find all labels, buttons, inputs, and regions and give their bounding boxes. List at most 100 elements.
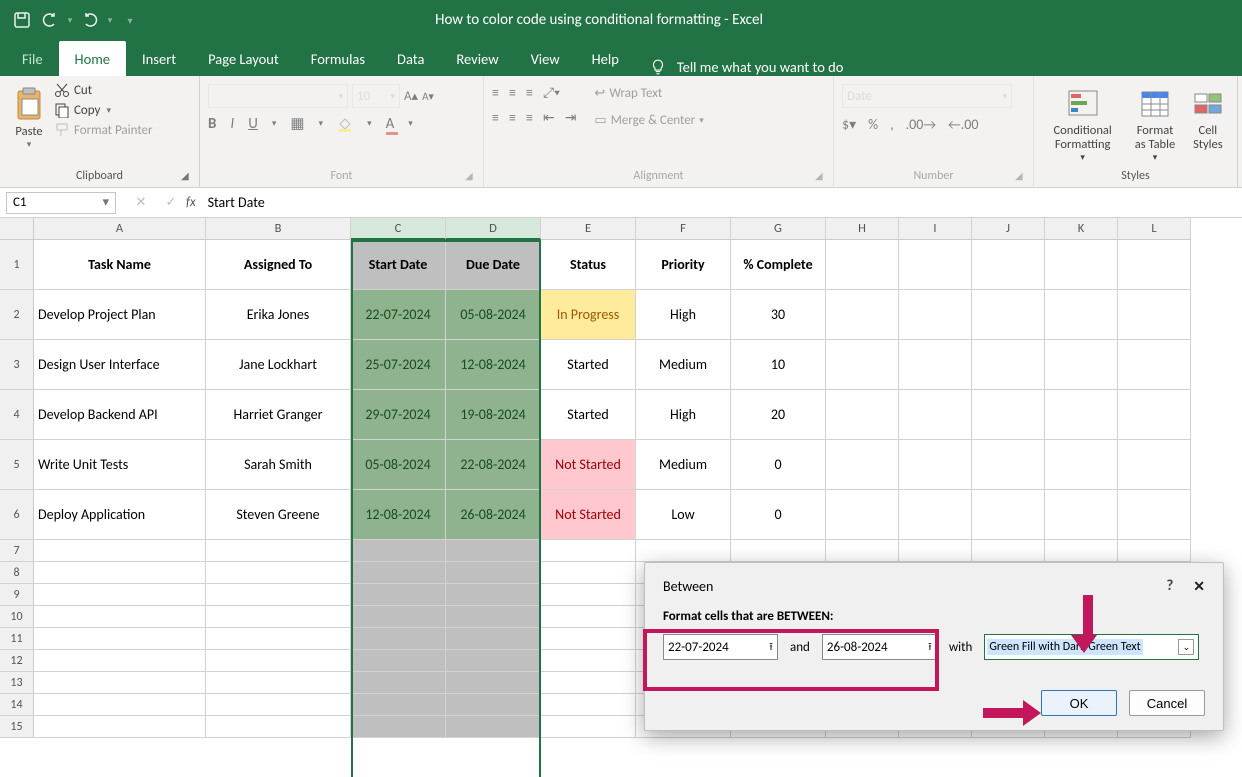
- cell[interactable]: [541, 672, 636, 694]
- cell[interactable]: In Progress: [541, 290, 636, 340]
- cell[interactable]: [446, 672, 541, 694]
- cell[interactable]: Erika Jones: [206, 290, 351, 340]
- cell[interactable]: [972, 340, 1045, 390]
- row-header-13[interactable]: 13: [0, 672, 34, 694]
- redo-dropdown[interactable]: ▾: [104, 6, 116, 34]
- cell[interactable]: High: [636, 290, 731, 340]
- formula-input[interactable]: Start Date: [202, 194, 1242, 211]
- cancel-formula-icon[interactable]: ✕: [126, 195, 156, 210]
- cell[interactable]: High: [636, 390, 731, 440]
- tell-me-search[interactable]: Tell me what you want to do: [635, 58, 858, 76]
- row-header-8[interactable]: 8: [0, 562, 34, 584]
- tab-home[interactable]: Home: [59, 41, 126, 76]
- cancel-button[interactable]: Cancel: [1129, 690, 1205, 716]
- cell[interactable]: [826, 540, 899, 562]
- cell[interactable]: Started: [541, 340, 636, 390]
- format-as-table-button[interactable]: Format as Table▾: [1125, 80, 1184, 167]
- undo-dropdown[interactable]: ▾: [64, 6, 76, 34]
- cell[interactable]: [972, 290, 1045, 340]
- cell[interactable]: [34, 562, 206, 584]
- cell[interactable]: 12-08-2024: [351, 490, 446, 540]
- cell[interactable]: % Complete: [731, 240, 826, 290]
- redo-button[interactable]: [76, 6, 104, 34]
- cell[interactable]: 22-07-2024: [351, 290, 446, 340]
- cell-styles-button[interactable]: Cell Styles: [1187, 80, 1229, 156]
- cell[interactable]: [1045, 490, 1118, 540]
- cell[interactable]: [972, 390, 1045, 440]
- fill-color-button[interactable]: [337, 116, 353, 132]
- cell[interactable]: [34, 694, 206, 716]
- cell[interactable]: [1118, 390, 1191, 440]
- cell[interactable]: [541, 628, 636, 650]
- cell[interactable]: Start Date: [351, 240, 446, 290]
- percent-format-icon[interactable]: %: [868, 116, 878, 133]
- cell[interactable]: [1045, 240, 1118, 290]
- cell[interactable]: [826, 390, 899, 440]
- italic-button[interactable]: I: [230, 115, 234, 133]
- cell[interactable]: Status: [541, 240, 636, 290]
- borders-button[interactable]: ▦: [290, 114, 304, 133]
- cell[interactable]: Assigned To: [206, 240, 351, 290]
- cell[interactable]: Task Name: [34, 240, 206, 290]
- cell[interactable]: [826, 240, 899, 290]
- copy-button[interactable]: Copy▾: [50, 100, 157, 120]
- cell[interactable]: 05-08-2024: [351, 440, 446, 490]
- tab-help[interactable]: Help: [576, 41, 635, 76]
- cell[interactable]: 29-07-2024: [351, 390, 446, 440]
- cell[interactable]: Medium: [636, 440, 731, 490]
- row-header-3[interactable]: 3: [0, 340, 34, 390]
- cell[interactable]: [446, 562, 541, 584]
- cell[interactable]: [351, 562, 446, 584]
- row-header-4[interactable]: 4: [0, 390, 34, 440]
- cell[interactable]: [446, 716, 541, 738]
- qat-customize[interactable]: ▾: [116, 6, 144, 34]
- cell[interactable]: Jane Lockhart: [206, 340, 351, 390]
- font-size-combo[interactable]: 10▾: [352, 84, 400, 108]
- decrease-decimal-icon[interactable]: ←.00: [948, 116, 978, 133]
- dialog-help-button[interactable]: ?: [1166, 577, 1173, 595]
- font-color-button[interactable]: A: [386, 115, 395, 133]
- between-to-input[interactable]: 26-08-2024⭱: [822, 634, 937, 660]
- cell[interactable]: [34, 650, 206, 672]
- between-from-input[interactable]: 22-07-2024⭱: [663, 634, 778, 660]
- cell[interactable]: [899, 240, 972, 290]
- cell[interactable]: 05-08-2024: [446, 290, 541, 340]
- ok-button[interactable]: OK: [1041, 690, 1117, 716]
- align-right-icon[interactable]: ≡: [526, 109, 533, 126]
- cell[interactable]: 20: [731, 390, 826, 440]
- cell[interactable]: [206, 694, 351, 716]
- select-all-corner[interactable]: [0, 218, 34, 240]
- cell[interactable]: [1118, 290, 1191, 340]
- column-header-F[interactable]: F: [636, 218, 731, 240]
- column-header-G[interactable]: G: [731, 218, 826, 240]
- cell[interactable]: 26-08-2024: [446, 490, 541, 540]
- decrease-indent-icon[interactable]: ⇤: [543, 109, 555, 126]
- cell[interactable]: [1118, 540, 1191, 562]
- cell[interactable]: [351, 584, 446, 606]
- cell[interactable]: [1118, 240, 1191, 290]
- cell[interactable]: 30: [731, 290, 826, 340]
- cell[interactable]: [34, 584, 206, 606]
- paste-button[interactable]: Paste ▾: [8, 80, 50, 154]
- bold-button[interactable]: B: [208, 115, 216, 133]
- cell[interactable]: [826, 340, 899, 390]
- cell[interactable]: [826, 440, 899, 490]
- cell[interactable]: [351, 628, 446, 650]
- comma-format-icon[interactable]: ,: [890, 116, 894, 133]
- cut-button[interactable]: Cut: [50, 80, 157, 100]
- row-header-7[interactable]: 7: [0, 540, 34, 562]
- enter-formula-icon[interactable]: ✓: [156, 195, 186, 210]
- column-header-B[interactable]: B: [206, 218, 351, 240]
- increase-font-icon[interactable]: A▴: [404, 89, 418, 104]
- cell[interactable]: Sarah Smith: [206, 440, 351, 490]
- row-header-6[interactable]: 6: [0, 490, 34, 540]
- range-picker-icon[interactable]: ⭱: [928, 638, 932, 657]
- cell[interactable]: Medium: [636, 340, 731, 390]
- column-header-D[interactable]: D: [446, 218, 541, 240]
- autosave-icon[interactable]: [8, 6, 36, 34]
- underline-button[interactable]: U: [248, 115, 258, 133]
- cell[interactable]: [731, 540, 826, 562]
- cell[interactable]: [826, 490, 899, 540]
- cell[interactable]: [1045, 340, 1118, 390]
- column-header-L[interactable]: L: [1118, 218, 1191, 240]
